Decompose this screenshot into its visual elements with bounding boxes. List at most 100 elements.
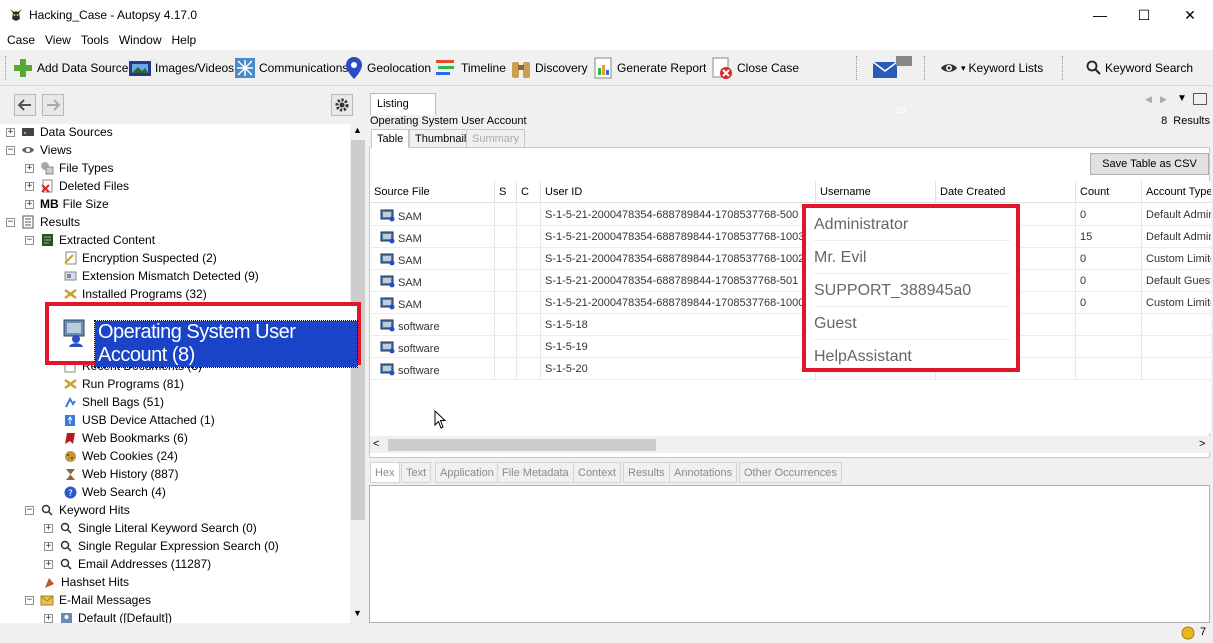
table-cell[interactable]: SAM <box>370 204 495 226</box>
tab-listing[interactable]: Listing <box>370 93 436 115</box>
scroll-right-icon[interactable]: > <box>1199 438 1205 450</box>
table-cell[interactable] <box>517 358 541 380</box>
tree-node-web-search[interactable]: ? Web Search (4) <box>63 483 166 501</box>
table-cell[interactable]: software <box>370 336 495 358</box>
menu-help[interactable]: Help <box>167 33 202 47</box>
expand-plus-icon[interactable]: + <box>44 523 53 533</box>
tab-scroll-left-icon[interactable]: ◀ <box>1145 94 1152 105</box>
tree-node-encryption-suspected[interactable]: Encryption Suspected (2) <box>63 249 217 267</box>
table-cell[interactable] <box>495 204 517 226</box>
table-cell[interactable]: S-1-5-21-2000478354-688789844-1708537768… <box>541 204 816 226</box>
tree-node-views[interactable]: − Views <box>6 141 72 159</box>
table-cell[interactable]: Custom Limite <box>1142 292 1211 314</box>
expand-plus-icon[interactable]: + <box>44 613 53 623</box>
table-cell[interactable] <box>517 226 541 248</box>
collapse-minus-icon[interactable]: − <box>6 145 15 155</box>
close-case-button[interactable]: Close Case <box>710 54 799 82</box>
tab-application[interactable]: Application <box>435 462 499 483</box>
table-cell[interactable] <box>495 358 517 380</box>
tree-node-default[interactable]: + Default ([Default]) <box>44 609 172 623</box>
table-horizontal-scrollbar[interactable]: < > <box>370 436 1211 453</box>
column-header[interactable]: Date Created <box>936 181 1076 203</box>
save-table-csv-button[interactable]: Save Table as CSV <box>1090 153 1209 175</box>
tab-context[interactable]: Context <box>573 462 621 483</box>
tree-node-single-regex[interactable]: + Single Regular Expression Search (0) <box>44 537 279 555</box>
forward-arrow-icon[interactable] <box>42 94 64 116</box>
collapse-minus-icon[interactable]: − <box>25 235 34 245</box>
menu-view[interactable]: View <box>40 33 76 47</box>
tree-node-web-cookies[interactable]: Web Cookies (24) <box>63 447 178 465</box>
keyword-lists-button[interactable]: ▾ Keyword Lists <box>940 54 1043 82</box>
table-cell[interactable]: Default Admin <box>1142 204 1211 226</box>
tree-node-file-size[interactable]: + MB File Size <box>25 195 109 213</box>
maximize-icon[interactable]: ☐ <box>1121 0 1167 30</box>
add-data-source-button[interactable]: Add Data Source <box>12 54 128 82</box>
back-arrow-icon[interactable] <box>14 94 36 116</box>
table-cell[interactable]: S-1-5-20 <box>541 358 816 380</box>
menu-window[interactable]: Window <box>114 33 167 47</box>
tree-node-shell-bags[interactable]: Shell Bags (51) <box>63 393 164 411</box>
tree-node-data-sources[interactable]: + Data Sources <box>6 124 113 141</box>
table-cell[interactable] <box>495 314 517 336</box>
minimize-icon[interactable]: — <box>1077 0 1123 30</box>
tree-node-usb-device[interactable]: USB Device Attached (1) <box>63 411 215 429</box>
tree-node-web-history[interactable]: Web History (887) <box>63 465 178 483</box>
table-cell[interactable] <box>1076 314 1142 336</box>
table-cell[interactable] <box>1076 358 1142 380</box>
scroll-left-icon[interactable]: < <box>373 438 379 450</box>
table-cell[interactable]: SAM <box>370 270 495 292</box>
table-cell[interactable] <box>495 270 517 292</box>
table-cell[interactable] <box>517 248 541 270</box>
tree-node-deleted-files[interactable]: + Deleted Files <box>25 177 129 195</box>
tab-scroll-right-icon[interactable]: ▶ <box>1160 94 1167 105</box>
tree-node-single-literal[interactable]: + Single Literal Keyword Search (0) <box>44 519 257 537</box>
column-header[interactable]: C <box>517 181 541 203</box>
table-cell[interactable]: S-1-5-21-2000478354-688789844-1708537768… <box>541 226 816 248</box>
table-cell[interactable]: SAM <box>370 226 495 248</box>
table-cell[interactable] <box>495 248 517 270</box>
tab-file-metadata[interactable]: File Metadata <box>497 462 574 483</box>
tree-node-extracted-content[interactable]: − Extracted Content <box>25 231 155 249</box>
expand-plus-icon[interactable]: + <box>25 181 34 191</box>
column-header[interactable]: User ID <box>541 181 816 203</box>
table-cell[interactable]: Default Admin <box>1142 226 1211 248</box>
discovery-button[interactable]: Discovery <box>510 54 588 82</box>
table-cell[interactable] <box>1142 336 1211 358</box>
tree-node-extension-mismatch[interactable]: Extension Mismatch Detected (9) <box>63 267 259 285</box>
tab-thumbnail[interactable]: Thumbnail <box>409 129 473 148</box>
tab-hex[interactable]: Hex <box>370 462 400 483</box>
expand-plus-icon[interactable]: + <box>6 127 15 137</box>
column-header[interactable]: Account Type <box>1142 181 1211 203</box>
tree-node-installed-programs[interactable]: Installed Programs (32) <box>63 285 207 303</box>
expand-plus-icon[interactable]: + <box>25 163 34 173</box>
table-cell[interactable]: software <box>370 358 495 380</box>
communications-button[interactable]: Communications <box>234 54 348 82</box>
table-cell[interactable]: 0 <box>1076 204 1142 226</box>
tree-node-email-addresses[interactable]: + Email Addresses (11287) <box>44 555 211 573</box>
table-cell[interactable]: S-1-5-21-2000478354-688789844-1708537768… <box>541 248 816 270</box>
geolocation-button[interactable]: Geolocation <box>344 54 431 82</box>
table-cell[interactable] <box>517 292 541 314</box>
collapse-minus-icon[interactable]: − <box>25 595 34 605</box>
tab-annotations[interactable]: Annotations <box>669 462 738 483</box>
maximize-panel-icon[interactable] <box>1193 93 1207 105</box>
tree-node-results[interactable]: − Results <box>6 213 80 231</box>
tree-node-keyword-hits[interactable]: − Keyword Hits <box>25 501 130 519</box>
notification-bulb-icon[interactable] <box>1181 626 1195 643</box>
tab-results[interactable]: Results <box>623 462 670 483</box>
expand-plus-icon[interactable]: + <box>44 541 53 551</box>
table-cell[interactable]: SAM <box>370 248 495 270</box>
table-cell[interactable] <box>1076 336 1142 358</box>
notifications-button[interactable] <box>872 54 914 82</box>
column-header[interactable]: Username <box>816 181 936 203</box>
table-cell[interactable]: 15 <box>1076 226 1142 248</box>
close-window-icon[interactable]: ✕ <box>1167 0 1213 30</box>
table-cell[interactable] <box>517 314 541 336</box>
table-cell[interactable]: Custom Limite <box>1142 248 1211 270</box>
table-cell[interactable]: S-1-5-21-2000478354-688789844-1708537768… <box>541 270 816 292</box>
expand-plus-icon[interactable]: + <box>25 199 34 209</box>
keyword-search-button[interactable]: Keyword Search <box>1086 54 1193 82</box>
expand-plus-icon[interactable]: + <box>44 559 53 569</box>
tab-table[interactable]: Table <box>371 129 410 148</box>
table-cell[interactable]: software <box>370 314 495 336</box>
